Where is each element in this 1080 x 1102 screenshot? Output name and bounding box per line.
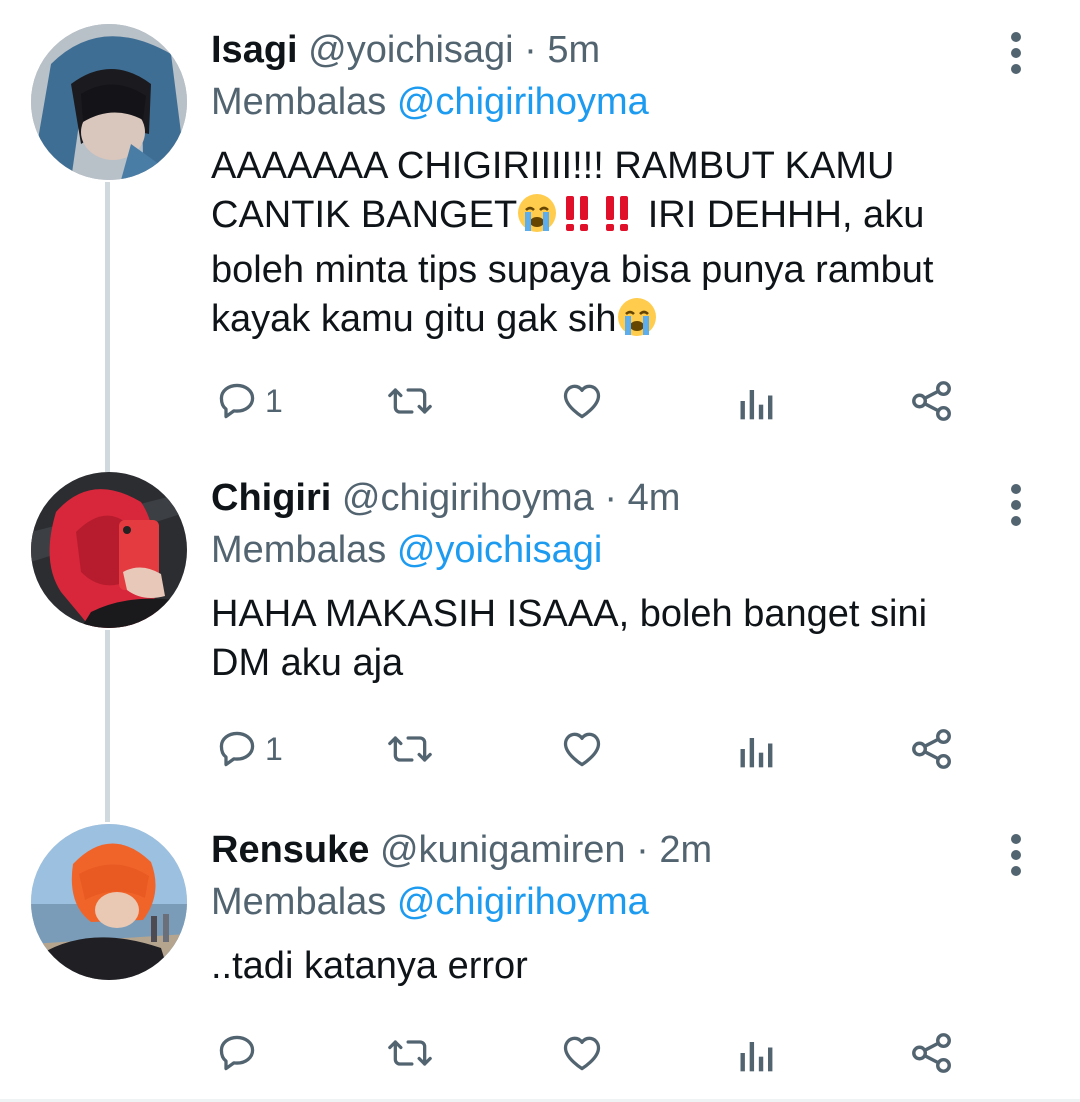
text-line: CANTIK BANGET IRI DEHHH, aku — [211, 191, 1031, 246]
tweet-text: HAHA MAKASIH ISAAA, boleh banget sini DM… — [211, 590, 1031, 688]
analytics-button[interactable] — [737, 1028, 777, 1078]
mention-link[interactable]: @yoichisagi — [397, 529, 602, 571]
more-icon[interactable] — [1004, 28, 1030, 98]
user-handle[interactable]: @yoichisagi — [308, 29, 513, 71]
like-icon — [563, 1036, 601, 1071]
reply-icon — [219, 1035, 255, 1071]
analytics-icon — [740, 390, 773, 420]
reply-context: Membalas @yoichisagi — [211, 524, 602, 576]
reply-button[interactable] — [215, 1028, 265, 1078]
analytics-button[interactable] — [737, 376, 777, 426]
mention-link[interactable]: @chigirihoyma — [397, 81, 649, 123]
user-handle[interactable]: @chigirihoyma — [342, 477, 594, 519]
display-name[interactable]: Chigiri — [211, 477, 331, 519]
text-fragment: IRI DEHHH, aku — [637, 194, 925, 236]
tweet-actions: 1 — [211, 376, 971, 426]
tweet-actions — [211, 1028, 971, 1078]
crying-emoji-icon — [617, 297, 657, 350]
retweet-icon — [388, 736, 432, 762]
more-icon[interactable] — [1004, 476, 1030, 546]
display-name[interactable]: Isagi — [211, 29, 298, 71]
text-fragment: kayak kamu gitu gak sih — [211, 298, 617, 340]
analytics-icon — [740, 1042, 773, 1072]
crying-emoji-icon — [517, 193, 557, 246]
share-button[interactable] — [909, 376, 955, 426]
like-button[interactable] — [559, 376, 605, 426]
tweet-actions: 1 — [211, 724, 971, 774]
share-icon — [912, 729, 951, 769]
separator: · — [524, 29, 537, 71]
text-line: kayak kamu gitu gak sih — [211, 295, 1031, 350]
like-button[interactable] — [559, 1028, 605, 1078]
text-line: HAHA MAKASIH ISAAA, boleh banget sini — [211, 593, 928, 635]
retweet-button[interactable] — [385, 376, 435, 426]
tweet[interactable]: Rensuke @kunigamiren · 2m Membalas @chig… — [0, 824, 1080, 1094]
avatar[interactable] — [31, 472, 187, 628]
tweet-header: Chigiri @chigirihoyma · 4m — [211, 472, 680, 524]
tweet-text: ..tadi katanya error — [211, 942, 1031, 991]
reply-count: 1 — [265, 382, 283, 419]
timestamp[interactable]: 4m — [628, 477, 681, 519]
reply-button[interactable]: 1 — [215, 376, 283, 426]
tweet-header: Isagi @yoichisagi · 5m — [211, 24, 600, 76]
reply-icon — [219, 731, 255, 767]
mention-link[interactable]: @chigirihoyma — [397, 881, 649, 923]
display-name[interactable]: Rensuke — [211, 829, 369, 871]
reply-context: Membalas @chigirihoyma — [211, 876, 649, 928]
avatar[interactable] — [31, 24, 187, 180]
like-icon — [563, 732, 601, 767]
retweet-button[interactable] — [385, 724, 435, 774]
share-icon — [912, 381, 951, 421]
more-icon[interactable] — [1004, 828, 1030, 898]
timestamp[interactable]: 5m — [547, 29, 600, 71]
tweet-header: Rensuke @kunigamiren · 2m — [211, 824, 712, 876]
retweet-icon — [388, 1040, 432, 1066]
reply-prefix: Membalas — [211, 81, 387, 123]
text-line: AAAAAAA CHIGIRIIII!!! RAMBUT KAMU — [211, 145, 895, 187]
separator: · — [604, 477, 617, 519]
reply-prefix: Membalas — [211, 529, 387, 571]
double-exclamation-icon — [557, 193, 597, 246]
text-line: boleh minta tips supaya bisa punya rambu… — [211, 249, 934, 291]
tweet[interactable]: Chigiri @chigirihoyma · 4m Membalas @yoi… — [0, 472, 1080, 792]
tweet[interactable]: Isagi @yoichisagi · 5m Membalas @chigiri… — [0, 24, 1080, 424]
text-fragment: CANTIK BANGET — [211, 194, 518, 236]
tweet-text: AAAAAAA CHIGIRIIII!!! RAMBUT KAMU CANTIK… — [211, 142, 1031, 350]
text-line: ..tadi katanya error — [211, 945, 528, 987]
retweet-button[interactable] — [385, 1028, 435, 1078]
reply-button[interactable]: 1 — [215, 724, 283, 774]
share-icon — [912, 1033, 951, 1073]
reply-icon — [219, 383, 255, 419]
reply-prefix: Membalas — [211, 881, 387, 923]
reply-count: 1 — [265, 730, 283, 767]
timestamp[interactable]: 2m — [659, 829, 712, 871]
analytics-button[interactable] — [737, 724, 777, 774]
share-button[interactable] — [909, 1028, 955, 1078]
user-handle[interactable]: @kunigamiren — [380, 829, 626, 871]
text-line: DM aku aja — [211, 642, 404, 684]
retweet-icon — [388, 388, 432, 414]
double-exclamation-icon — [597, 193, 637, 246]
avatar[interactable] — [31, 824, 187, 980]
like-icon — [563, 384, 601, 419]
share-button[interactable] — [909, 724, 955, 774]
analytics-icon — [740, 738, 773, 768]
reply-context: Membalas @chigirihoyma — [211, 76, 649, 128]
like-button[interactable] — [559, 724, 605, 774]
separator: · — [636, 829, 649, 871]
